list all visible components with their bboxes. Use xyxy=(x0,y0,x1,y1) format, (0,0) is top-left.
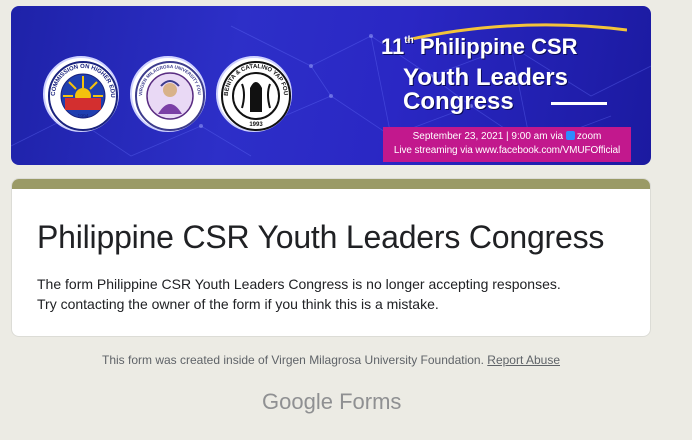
card-accent-bar xyxy=(12,179,650,189)
ched-seal-year: 1994 xyxy=(77,114,88,120)
banner-title-text1: Philippine CSR xyxy=(419,34,578,59)
google-forms-logo[interactable]: Google Forms xyxy=(262,389,401,415)
zoom-label: zoom xyxy=(576,131,602,142)
event-date-text: September 23, 2021 | 9:00 am via xyxy=(412,131,564,142)
yap-seal-year: 1993 xyxy=(249,122,263,128)
banner-ordinal-suffix: th xyxy=(404,35,414,46)
banner-title-line3: Congress xyxy=(403,88,514,115)
google-wordmark: Google xyxy=(262,389,333,414)
ched-seal-logo: COMMISSION ON HIGHER EDUCATION 1994 xyxy=(43,56,119,132)
report-abuse-link[interactable]: Report Abuse xyxy=(487,353,560,367)
form-closed-card: Philippine CSR Youth Leaders Congress Th… xyxy=(11,178,651,337)
banner-title-rule xyxy=(551,102,607,105)
footer-note-text: This form was created inside of Virgen M… xyxy=(101,353,484,367)
footer-note: This form was created inside of Virgen M… xyxy=(0,353,662,367)
form-title: Philippine CSR Youth Leaders Congress xyxy=(37,219,605,255)
banner-ordinal: 11 xyxy=(381,34,405,59)
event-info-box: September 23, 2021 | 9:00 am via zoom Li… xyxy=(383,127,631,162)
closed-message-line2: Try contacting the owner of the form if … xyxy=(37,296,439,312)
event-date-row: September 23, 2021 | 9:00 am via zoom xyxy=(383,130,631,144)
form-closed-message: The form Philippine CSR Youth Leaders Co… xyxy=(37,274,561,314)
banner-title-line1: 11th Philippine CSR xyxy=(381,34,578,60)
event-stream-text: Live streaming via www.facebook.com/VMUF… xyxy=(393,145,621,156)
zoom-icon xyxy=(565,131,575,140)
closed-message-line1: The form Philippine CSR Youth Leaders Co… xyxy=(37,276,561,292)
form-closed-page: COMMISSION ON HIGHER EDUCATION 1994 VIRG… xyxy=(0,0,692,440)
vmuf-seal-logo: VIRGEN MILAGROSA UNIVERSITY FOUNDATION xyxy=(130,56,206,132)
header-banner: COMMISSION ON HIGHER EDUCATION 1994 VIRG… xyxy=(11,6,651,165)
forms-wordmark: Forms xyxy=(339,389,402,414)
yap-foundation-seal-logo: BENITA & CATALINO YAP FOUNDATION 1993 xyxy=(216,56,292,132)
